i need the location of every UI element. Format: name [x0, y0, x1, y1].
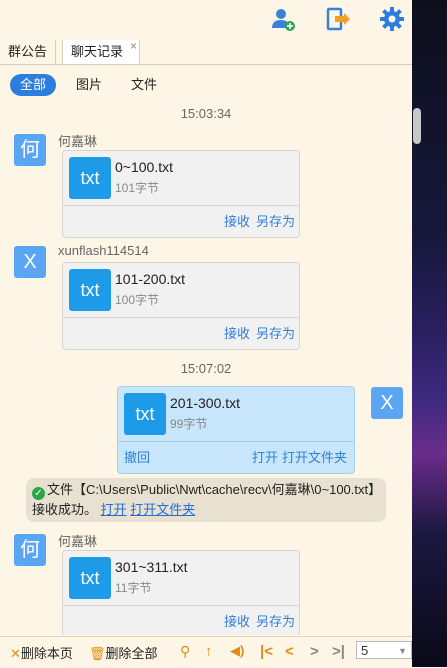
trash-icon: 🗑	[89, 646, 106, 661]
save-as-link[interactable]: 另存为	[256, 211, 295, 230]
sender-name: 何嘉琳	[58, 134, 98, 149]
page-select-value: 5	[361, 643, 369, 658]
file-size: 11字节	[115, 581, 152, 595]
delete-page-button[interactable]: ✕删除本页	[10, 643, 73, 662]
file-name: 0~100.txt	[115, 159, 173, 175]
page-select[interactable]: 5 ▼	[356, 641, 412, 659]
notice-text: 文件【C:\Users\Public\Nwt\cache\recv\何嘉琳\0~…	[32, 482, 375, 517]
avatar[interactable]: X	[14, 246, 46, 278]
first-page-icon[interactable]: |<	[260, 643, 273, 660]
file-size: 100字节	[115, 293, 160, 307]
txt-file-icon: txt	[124, 393, 166, 435]
divider	[63, 205, 299, 206]
save-as-link[interactable]: 另存为	[256, 323, 295, 342]
open-folder-link[interactable]: 打开文件夹	[282, 447, 347, 466]
receive-success-notice: ✓ 文件【C:\Users\Public\Nwt\cache\recv\何嘉琳\0…	[26, 478, 386, 522]
add-user-icon[interactable]	[270, 6, 296, 32]
file-message: txt 301~311.txt 11字节 接收 另存为	[62, 550, 300, 635]
txt-file-icon: txt	[69, 557, 111, 599]
receive-link[interactable]: 接收	[224, 211, 250, 230]
open-link[interactable]: 打开	[101, 502, 127, 517]
scrollbar-thumb[interactable]	[413, 108, 421, 144]
filter-bar: 全部 图片 文件	[0, 70, 412, 98]
open-folder-link[interactable]: 打开文件夹	[130, 502, 195, 517]
save-as-link[interactable]: 另存为	[256, 611, 295, 630]
txt-file-icon: txt	[69, 157, 111, 199]
file-name: 301~311.txt	[115, 559, 188, 575]
tab-label: 聊天记录	[71, 44, 124, 59]
file-message: txt 0~100.txt 101字节 接收 另存为	[62, 150, 300, 238]
delete-all-label: 删除全部	[105, 646, 158, 661]
last-page-icon[interactable]: >|	[332, 643, 345, 660]
avatar[interactable]: X	[371, 387, 403, 419]
avatar[interactable]: 何	[14, 134, 46, 166]
file-message-sent: txt 201-300.txt 99字节 撤回 打开 打开文件夹	[117, 386, 355, 474]
filter-files[interactable]: 文件	[131, 74, 157, 96]
file-name: 101-200.txt	[115, 271, 186, 287]
open-link[interactable]: 打开	[252, 447, 278, 466]
file-size: 99字节	[170, 417, 208, 431]
gear-icon[interactable]	[379, 6, 405, 32]
receive-link[interactable]: 接收	[224, 323, 250, 342]
txt-file-icon: txt	[69, 269, 111, 311]
filter-all[interactable]: 全部	[10, 74, 57, 96]
delete-all-button[interactable]: 🗑删除全部	[89, 643, 158, 662]
speaker-icon[interactable]: ◀)	[230, 643, 244, 659]
receive-link[interactable]: 接收	[224, 611, 250, 630]
toolbar	[0, 0, 412, 40]
chevron-down-icon: ▼	[398, 646, 407, 656]
sender-name: 何嘉琳	[58, 534, 98, 549]
file-name: 201-300.txt	[170, 395, 241, 411]
filter-images[interactable]: 图片	[76, 74, 102, 96]
timestamp: 15:03:34	[180, 106, 232, 121]
close-icon[interactable]: ×	[130, 34, 137, 58]
prev-page-icon[interactable]: <	[285, 643, 294, 660]
background-wallpaper	[412, 0, 447, 667]
check-icon: ✓	[32, 487, 45, 500]
tab-bar: 群公告 聊天记录 ×	[0, 39, 412, 65]
tab-label: 群公告	[8, 44, 48, 59]
next-page-icon[interactable]: >	[310, 643, 319, 660]
exit-icon[interactable]	[325, 6, 351, 32]
tab-announcement[interactable]: 群公告	[0, 40, 57, 64]
bottom-toolbar: ✕删除本页 🗑删除全部 ⚲ ↑ ◀) |< < > >|	[0, 636, 412, 668]
file-message: txt 101-200.txt 100字节 接收 另存为	[62, 262, 300, 350]
divider	[63, 317, 299, 318]
chat-history[interactable]: 15:03:34 何 何嘉琳 txt 0~100.txt 101字节 接收 另存…	[0, 98, 412, 635]
tab-chat-history[interactable]: 聊天记录 ×	[62, 39, 141, 64]
timestamp: 15:07:02	[180, 361, 232, 376]
divider	[63, 605, 299, 606]
delete-page-label: 删除本页	[20, 646, 73, 661]
avatar[interactable]: 何	[14, 534, 46, 566]
delete-x-icon: ✕	[10, 646, 21, 661]
file-size: 101字节	[115, 181, 160, 195]
sender-name: xunflash114514	[58, 243, 149, 258]
arrow-up-icon[interactable]: ↑	[205, 643, 213, 660]
recall-link[interactable]: 撤回	[124, 447, 150, 466]
search-icon[interactable]: ⚲	[180, 643, 190, 660]
divider	[118, 441, 354, 442]
